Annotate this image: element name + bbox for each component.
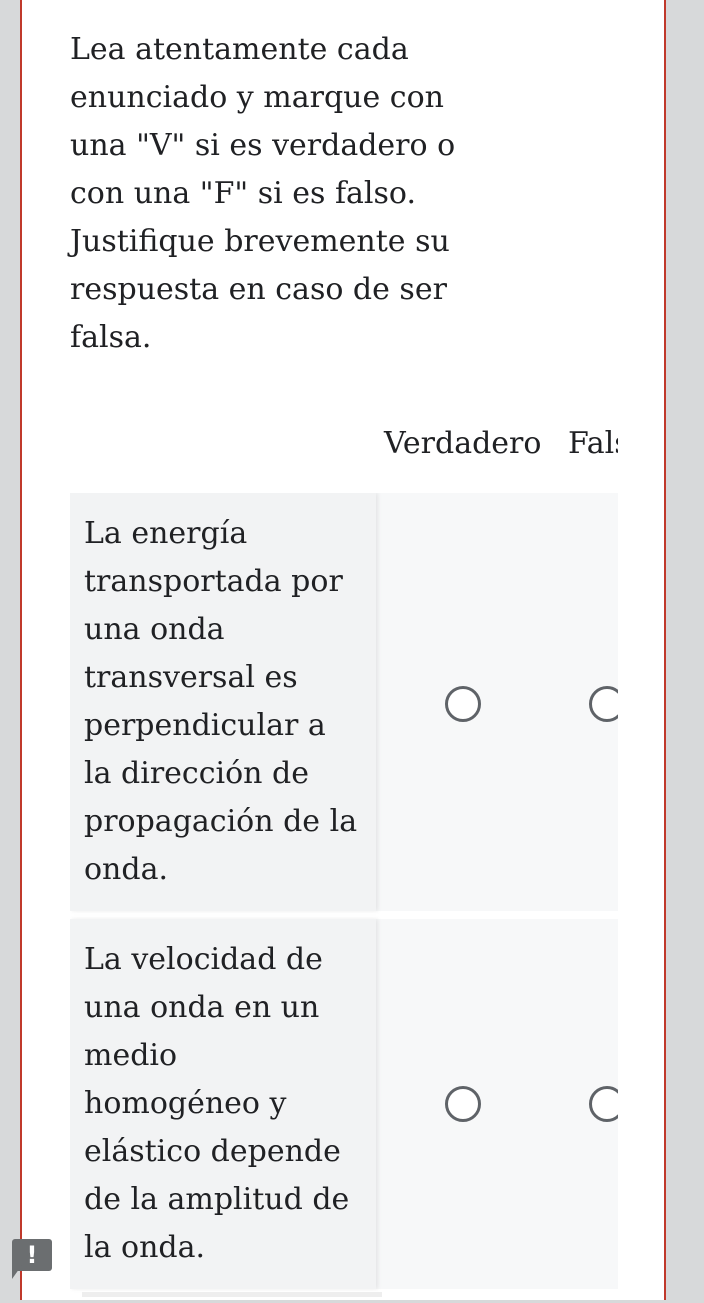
radio-false-row-1[interactable] bbox=[589, 686, 618, 722]
column-header-false: Falso bbox=[568, 426, 618, 461]
bottom-divider bbox=[82, 1292, 382, 1297]
radio-true-row-2[interactable] bbox=[445, 1086, 481, 1122]
row-statement: La energía transportada por una onda tra… bbox=[70, 493, 376, 911]
radio-false-row-2[interactable] bbox=[589, 1086, 618, 1122]
grid-column-headers: Verdadero Falso bbox=[70, 420, 618, 468]
alert-icon-tail bbox=[12, 1265, 22, 1279]
column-header-true: Verdadero bbox=[384, 426, 542, 461]
grid-row: La energía transportada por una onda tra… bbox=[70, 493, 618, 911]
grid-row: La velocidad de una onda en un medio hom… bbox=[70, 919, 618, 1289]
row-statement: La velocidad de una onda en un medio hom… bbox=[70, 919, 376, 1289]
radio-true-row-1[interactable] bbox=[445, 686, 481, 722]
form-card: Lea atentamente cada enunciado y marque … bbox=[20, 0, 666, 1300]
grid-rows: La energía transportada por una onda tra… bbox=[70, 493, 618, 1303]
question-instructions: Lea atentamente cada enunciado y marque … bbox=[70, 32, 456, 355]
